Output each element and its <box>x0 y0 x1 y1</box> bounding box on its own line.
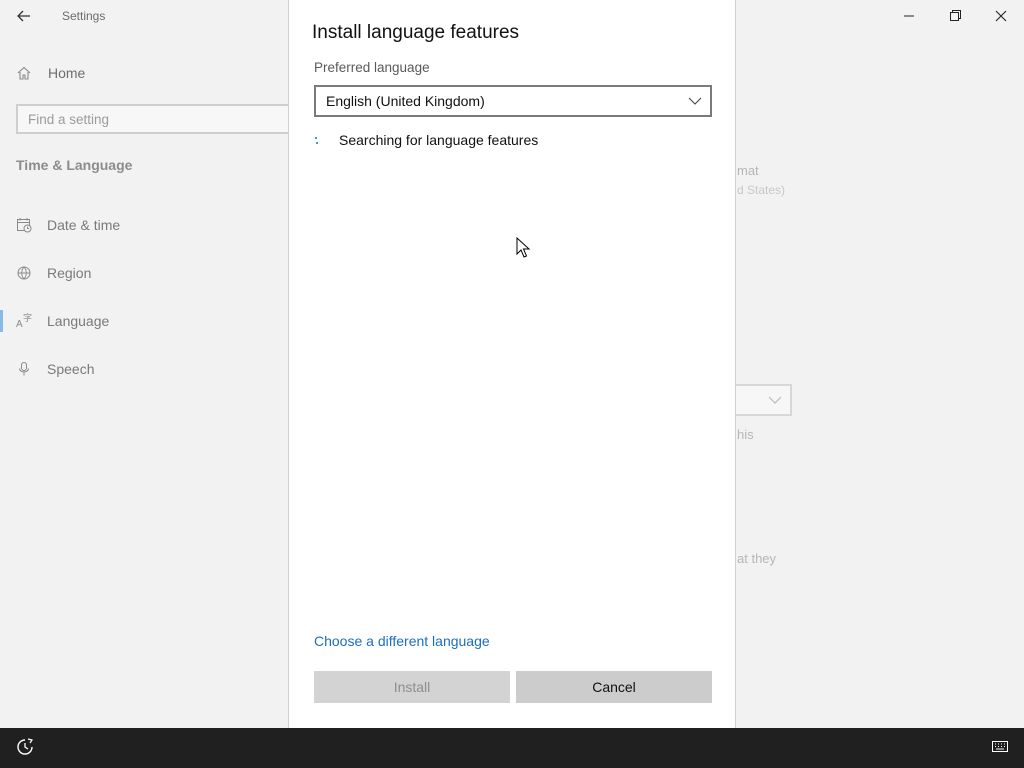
install-button[interactable]: Install <box>314 671 510 703</box>
restore-button[interactable] <box>940 4 970 28</box>
progress-spinner-icon <box>314 133 322 147</box>
bg-format-fragment: mat <box>737 163 759 178</box>
globe-icon <box>16 265 32 281</box>
minimize-button[interactable] <box>894 4 924 28</box>
bg-this-fragment: his <box>737 427 754 442</box>
nav-item-speech[interactable]: Speech <box>16 358 94 380</box>
bg-they-fragment: at they <box>737 551 777 566</box>
ease-of-access-icon[interactable] <box>15 737 35 757</box>
install-language-features-dialog: Install language features Preferred lang… <box>288 0 736 728</box>
status-row: Searching for language features <box>314 130 538 150</box>
nav-item-date-time[interactable]: Date & time <box>16 214 120 236</box>
choose-different-language-link[interactable]: Choose a different language <box>314 633 490 649</box>
minimize-icon <box>904 15 914 17</box>
nav-selected-indicator <box>0 310 3 332</box>
nav-home[interactable]: Home <box>16 62 85 84</box>
bg-format-value-fragment: d States) <box>737 183 786 197</box>
back-arrow-icon <box>17 10 30 22</box>
language-icon: A 字 <box>16 313 32 329</box>
nav-item-label: Region <box>47 265 92 281</box>
bottom-bar <box>0 728 1024 768</box>
chevron-down-icon <box>688 97 702 105</box>
cancel-button[interactable]: Cancel <box>516 671 712 703</box>
search-input[interactable]: Find a setting <box>16 104 306 134</box>
svg-text:A: A <box>16 319 23 329</box>
status-text: Searching for language features <box>339 132 539 148</box>
mouse-cursor-icon <box>516 237 530 258</box>
nav-item-label: Speech <box>47 361 95 377</box>
microphone-icon <box>16 361 32 377</box>
section-heading: Time & Language <box>16 157 133 173</box>
search-placeholder: Find a setting <box>28 112 110 127</box>
nav-item-label: Date & time <box>47 217 121 233</box>
keyboard-icon[interactable] <box>992 741 1008 753</box>
home-icon <box>17 66 31 80</box>
chevron-down-icon <box>768 396 782 404</box>
selected-language: English (United Kingdom) <box>326 93 485 109</box>
app-title: Settings <box>62 9 106 23</box>
close-icon <box>995 10 1007 22</box>
dialog-title: Install language features <box>312 22 520 43</box>
calendar-clock-icon <box>16 217 32 233</box>
nav-item-language[interactable]: A 字 Language <box>16 310 109 332</box>
close-window-button[interactable] <box>986 4 1016 28</box>
preferred-language-dropdown[interactable]: English (United Kingdom) <box>314 85 712 117</box>
nav-home-label: Home <box>48 65 86 81</box>
nav-item-label: Language <box>47 313 110 329</box>
svg-text:字: 字 <box>23 313 32 324</box>
preferred-language-label: Preferred language <box>314 60 430 75</box>
nav-item-region[interactable]: Region <box>16 262 91 284</box>
restore-icon <box>950 10 961 21</box>
back-button[interactable] <box>12 5 36 27</box>
